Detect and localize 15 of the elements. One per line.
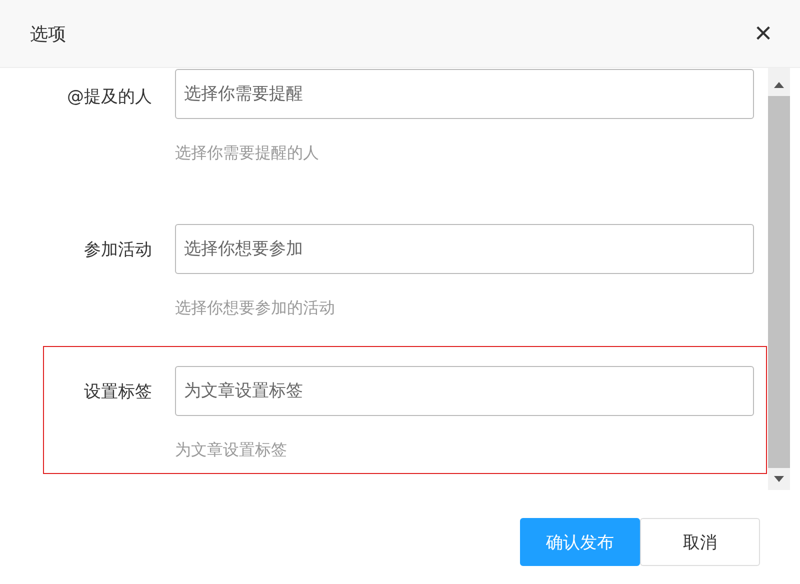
scroll-up-icon[interactable]	[774, 82, 784, 88]
field-hint: 选择你想要参加的活动	[175, 298, 336, 319]
field-hint: 选择你需要提醒的人	[175, 143, 320, 164]
close-button[interactable]: ×	[754, 18, 772, 48]
scroll-down-icon[interactable]	[774, 476, 784, 482]
field-label: 参加活动	[83, 239, 152, 262]
input-field[interactable]: 为文章设置标签	[175, 366, 754, 416]
field-hint: 为文章设置标签	[175, 440, 288, 461]
input-field[interactable]: 选择你想要参加	[175, 224, 754, 274]
input-field[interactable]: 选择你需要提醒	[175, 69, 754, 119]
field-label: @提及的人	[66, 86, 152, 109]
scrollbar[interactable]	[768, 68, 790, 490]
dialog-title: 选项	[30, 22, 66, 46]
cancel-button[interactable]: 取消	[640, 518, 760, 566]
field-label: 设置标签	[83, 381, 152, 404]
